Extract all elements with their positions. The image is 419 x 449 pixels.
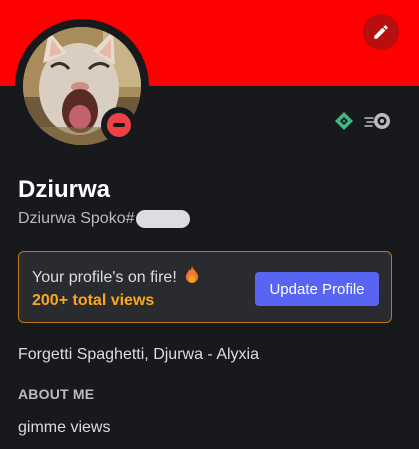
username-tag: Dziurwa Spoko# [18,210,190,228]
promo-message-row: Your profile's on fire! [32,266,199,287]
username-text: Dziurwa Spoko# [18,210,135,227]
custom-status: Forgetti Spaghetti, Djurwa - Alyxia [18,346,259,363]
nitro-boost-icon[interactable] [364,111,392,131]
profile-views-promo: Your profile's on fire! 200+ total views… [18,251,392,323]
hypesquad-balance-icon[interactable] [334,111,354,131]
promo-message: Your profile's on fire! [32,269,177,286]
edit-profile-button[interactable] [363,14,399,50]
discriminator-redacted [135,210,190,228]
update-profile-button[interactable]: Update Profile [255,272,379,306]
about-me-header: ABOUT ME [18,386,95,402]
status-indicator [101,107,137,143]
total-views: 200+ total views [32,292,155,309]
user-profile-card: Dziurwa Dziurwa Spoko# Your profile's on… [0,0,419,449]
do-not-disturb-icon [107,113,131,137]
about-me-text: gimme views [18,419,111,436]
display-name: Dziurwa [18,176,111,203]
pencil-icon [374,25,388,39]
profile-badges [334,111,392,131]
fire-icon [186,266,199,283]
